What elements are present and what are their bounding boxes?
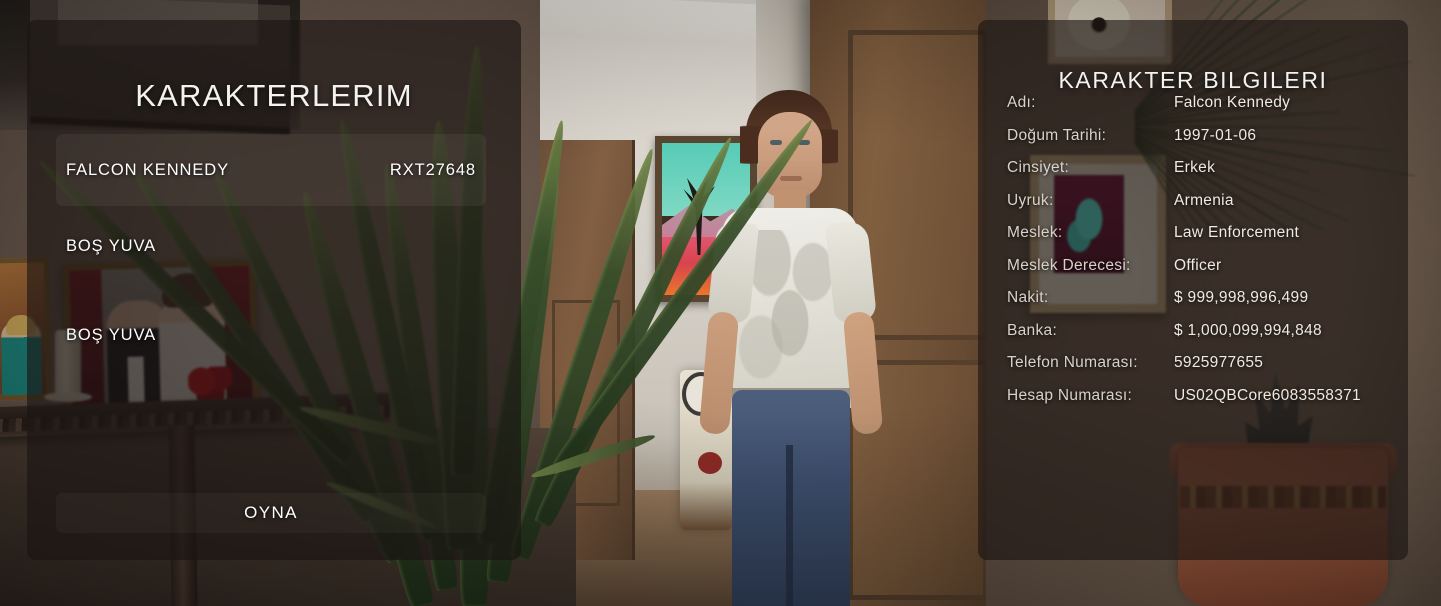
character-info-label: Meslek Derecesi:	[1007, 256, 1131, 274]
character-info-label: Hesap Numarası:	[1007, 386, 1133, 404]
character-info-row: Meslek Derecesi: Officer	[1007, 257, 1387, 290]
character-info-value: 5925977655	[1174, 354, 1264, 371]
character-info-value: Falcon Kennedy	[1174, 94, 1291, 111]
character-slot[interactable]: BOŞ YUVA	[56, 313, 486, 357]
character-slot[interactable]: BOŞ YUVA	[56, 224, 486, 268]
character-info-value: Officer	[1174, 256, 1222, 274]
character-info-row: Nakit: $ 999,998,996,499	[1007, 289, 1387, 322]
character-info-label: Telefon Numarası:	[1007, 354, 1138, 371]
play-button[interactable]: OYNA	[56, 493, 486, 533]
character-info-label: Doğum Tarihi:	[1007, 126, 1107, 144]
page-title-characters: KARAKTERLERIM	[135, 78, 413, 113]
character-info-panel: KARAKTER BILGILERI Adı: Falcon Kennedy Doğ…	[978, 20, 1408, 560]
my-characters-panel: KARAKTERLERIM FALCON KENNEDY RXT27648 BOŞ …	[27, 20, 521, 560]
character-info-value: Law Enforcement	[1174, 224, 1300, 241]
play-button-label: OYNA	[244, 503, 298, 522]
character-info-row: Banka: $ 1,000,099,994,848	[1007, 322, 1387, 355]
character-info-label: Cinsiyet:	[1007, 159, 1070, 176]
character-info-label: Uyruk:	[1007, 191, 1054, 209]
character-info-row: Hesap Numarası: US02QBCore6083558371	[1007, 387, 1387, 420]
character-info-value: US02QBCore6083558371	[1174, 386, 1361, 404]
character-info-row: Cinsiyet: Erkek	[1007, 159, 1387, 192]
character-slot[interactable]: FALCON KENNEDY RXT27648	[56, 134, 486, 206]
character-model-3d	[690, 90, 920, 606]
character-info-row: Telefon Numarası: 5925977655	[1007, 354, 1387, 387]
character-info-row: Meslek: Law Enforcement	[1007, 224, 1387, 257]
character-info-value: $ 999,998,996,499	[1174, 289, 1309, 306]
character-slot-name: FALCON KENNEDY	[66, 160, 229, 179]
character-slot-list: FALCON KENNEDY RXT27648 BOŞ YUVA BOŞ YUVA	[56, 134, 486, 402]
character-slot-name: BOŞ YUVA	[66, 236, 157, 255]
character-slot-id: RXT27648	[389, 160, 476, 179]
character-slot-name: BOŞ YUVA	[66, 325, 157, 344]
character-info-row: Adı: Falcon Kennedy	[1007, 94, 1387, 127]
character-info-value: Armenia	[1174, 191, 1234, 209]
character-info-value: $ 1,000,099,994,848	[1174, 321, 1322, 339]
character-info-value: 1997-01-06	[1174, 126, 1257, 144]
character-info-label: Nakit:	[1007, 289, 1049, 306]
character-info-row: Uyruk: Armenia	[1007, 192, 1387, 225]
character-info-list: Adı: Falcon Kennedy Doğum Tarihi: 1997-01-0…	[1007, 94, 1387, 419]
character-info-label: Meslek:	[1007, 224, 1063, 241]
character-info-label: Banka:	[1007, 321, 1058, 339]
character-info-label: Adı:	[1007, 94, 1036, 111]
character-selection-screen: KARAKTERLERIM FALCON KENNEDY RXT27648 BOŞ …	[0, 0, 1441, 606]
character-info-row: Doğum Tarihi: 1997-01-06	[1007, 127, 1387, 160]
page-title-character-info: KARAKTER BILGILERI	[1058, 67, 1328, 93]
character-info-value: Erkek	[1174, 159, 1216, 176]
